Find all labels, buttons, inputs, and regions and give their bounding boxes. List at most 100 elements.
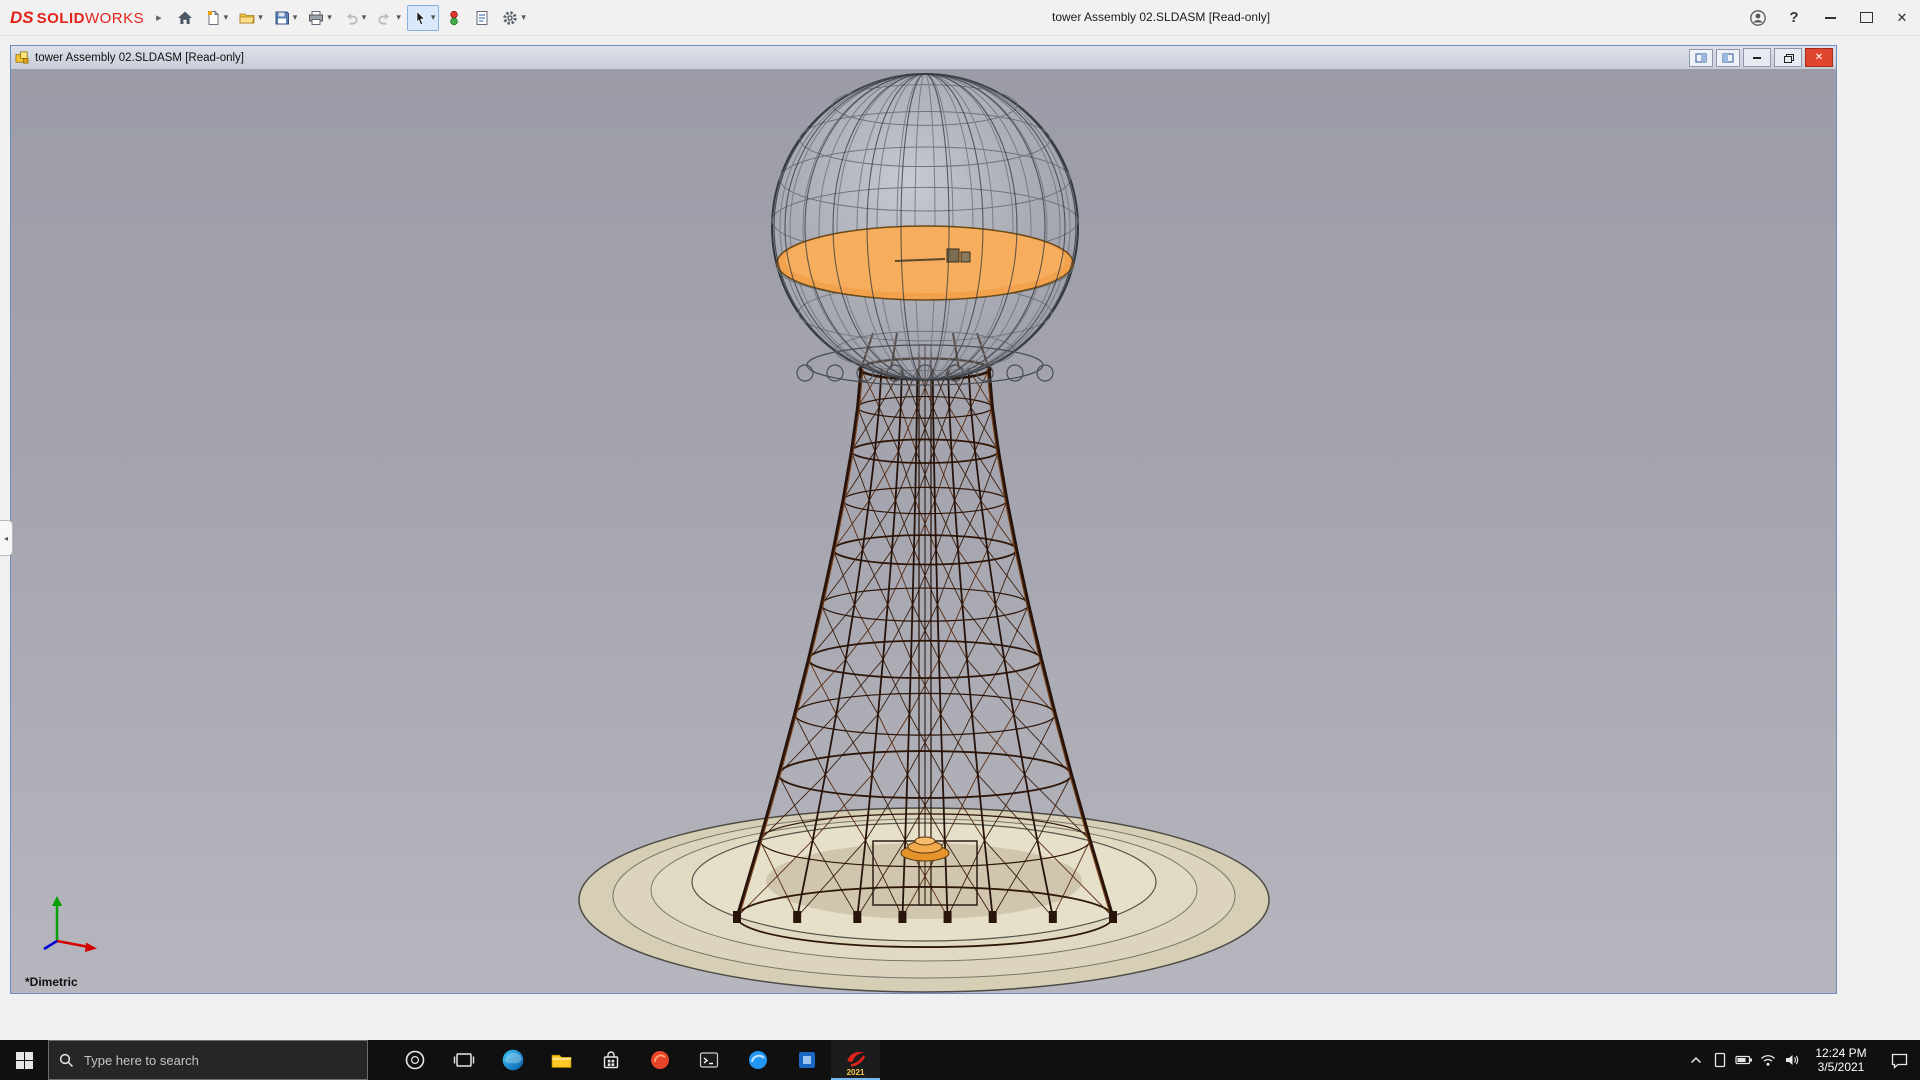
select-tool-button[interactable]: ▾ xyxy=(407,5,440,31)
taskbar-spacer xyxy=(368,1040,390,1080)
wifi-icon xyxy=(1760,1054,1776,1067)
quick-access-toolbar: ▾ ▾ ▾ ▾ ▾ ▾ ▾ xyxy=(172,5,530,31)
blue-round-app-icon xyxy=(746,1048,770,1072)
document-title: tower Assembly 02.SLDASM [Read-only] xyxy=(35,52,244,64)
toolbar-flyout-icon[interactable]: ▸ xyxy=(156,11,162,24)
close-icon: ✕ xyxy=(1897,10,1908,26)
taskbar-app-red[interactable] xyxy=(635,1040,684,1080)
taskbar-app-store[interactable] xyxy=(586,1040,635,1080)
select-cursor-icon xyxy=(411,9,429,27)
graphics-viewport[interactable]: *Dimetric xyxy=(11,69,1836,993)
x-axis-arrow xyxy=(85,943,97,953)
open-button[interactable]: ▾ xyxy=(234,5,267,31)
file-explorer-icon xyxy=(549,1048,574,1073)
save-button[interactable]: ▾ xyxy=(269,5,302,31)
chevron-up-icon xyxy=(1690,1056,1702,1064)
new-document-icon xyxy=(204,9,222,27)
close-button[interactable]: ✕ xyxy=(1884,0,1920,35)
dropdown-arrow-icon[interactable]: ▾ xyxy=(362,12,367,23)
options-gear-icon xyxy=(501,9,519,27)
help-icon: ? xyxy=(1789,9,1798,26)
pane-window-icon xyxy=(1722,53,1734,63)
home-icon xyxy=(176,9,194,27)
undo-button[interactable]: ▾ xyxy=(338,5,371,31)
minimize-button[interactable] xyxy=(1812,0,1848,35)
task-view-icon xyxy=(452,1048,476,1072)
hidden-icons-button[interactable] xyxy=(1684,1040,1708,1080)
start-button[interactable] xyxy=(0,1040,48,1080)
battery-icon xyxy=(1735,1054,1753,1066)
open-folder-icon xyxy=(238,9,256,27)
file-properties-button[interactable] xyxy=(469,5,495,31)
view-orientation-label: *Dimetric xyxy=(25,975,78,989)
dropdown-arrow-icon[interactable]: ▾ xyxy=(258,12,263,23)
network-button[interactable] xyxy=(1756,1040,1780,1080)
doc-restore-button[interactable] xyxy=(1774,48,1802,67)
new-document-button[interactable]: ▾ xyxy=(200,5,233,31)
speaker-icon xyxy=(1784,1053,1800,1067)
edge-icon xyxy=(500,1047,526,1073)
print-button[interactable]: ▾ xyxy=(303,5,336,31)
options-button[interactable]: ▾ xyxy=(497,5,530,31)
dropdown-arrow-icon[interactable]: ▾ xyxy=(431,12,436,23)
taskbar-app-file-explorer[interactable] xyxy=(537,1040,586,1080)
home-button[interactable] xyxy=(172,5,198,31)
store-icon xyxy=(599,1048,623,1072)
solidworks-version-badge: 2021 xyxy=(831,1068,880,1077)
doc-pane-button-1[interactable] xyxy=(1689,49,1713,67)
orientation-triad xyxy=(37,891,109,953)
windows-start-icon xyxy=(16,1052,33,1069)
taskbar-search[interactable] xyxy=(48,1040,368,1080)
undo-icon xyxy=(342,9,360,27)
redo-button[interactable]: ▾ xyxy=(372,5,405,31)
maximize-icon xyxy=(1860,12,1873,23)
search-input[interactable] xyxy=(82,1052,367,1069)
tablet-mode-button[interactable] xyxy=(1708,1040,1732,1080)
maximize-button[interactable] xyxy=(1848,0,1884,35)
dropdown-arrow-icon[interactable]: ▾ xyxy=(224,12,229,23)
dropdown-arrow-icon[interactable]: ▾ xyxy=(293,12,298,23)
battery-button[interactable] xyxy=(1732,1040,1756,1080)
doc-minimize-button[interactable] xyxy=(1743,48,1771,67)
pane-window-icon xyxy=(1695,53,1707,63)
collapse-arrow-icon: ◂ xyxy=(4,534,8,543)
rebuild-button[interactable] xyxy=(441,5,467,31)
action-center-button[interactable] xyxy=(1878,1040,1920,1080)
assembly-icon xyxy=(15,50,30,65)
dropdown-arrow-icon[interactable]: ▾ xyxy=(521,12,526,23)
redo-icon xyxy=(376,9,394,27)
app-window-title: tower Assembly 02.SLDASM [Read-only] xyxy=(1052,0,1270,35)
windows-taskbar: 2021 12:24 PM 3/5/2021 xyxy=(0,1040,1920,1080)
taskbar-app-terminal[interactable] xyxy=(684,1040,733,1080)
file-properties-icon xyxy=(473,9,491,27)
3d-model-tesla-tower[interactable] xyxy=(11,69,1836,993)
dropdown-arrow-icon[interactable]: ▾ xyxy=(327,12,332,23)
ds-logo-mark: DS xyxy=(10,8,34,28)
minimize-icon xyxy=(1753,57,1761,59)
device-icon xyxy=(1713,1052,1727,1068)
system-tray: 12:24 PM 3/5/2021 xyxy=(1684,1040,1920,1080)
restore-icon xyxy=(1784,54,1793,62)
feature-tree-collapse-tab[interactable]: ◂ xyxy=(0,520,13,556)
taskbar-app-edge[interactable] xyxy=(488,1040,537,1080)
volume-button[interactable] xyxy=(1780,1040,1804,1080)
z-axis-line xyxy=(44,941,57,949)
help-button[interactable]: ? xyxy=(1776,0,1812,35)
document-titlebar[interactable]: tower Assembly 02.SLDASM [Read-only] ✕ xyxy=(11,46,1836,70)
dropdown-arrow-icon[interactable]: ▾ xyxy=(396,12,401,23)
search-icon xyxy=(59,1053,74,1068)
account-button[interactable] xyxy=(1740,0,1776,35)
taskbar-app-task-view[interactable] xyxy=(439,1040,488,1080)
taskbar-app-cortana[interactable] xyxy=(390,1040,439,1080)
taskbar-clock[interactable]: 12:24 PM 3/5/2021 xyxy=(1804,1040,1878,1080)
clock-time: 12:24 PM xyxy=(1815,1046,1866,1060)
doc-close-button[interactable]: ✕ xyxy=(1805,48,1833,67)
y-axis-arrow xyxy=(52,896,62,906)
account-icon xyxy=(1749,9,1767,27)
red-app-icon xyxy=(648,1048,672,1072)
taskbar-app-blue-square[interactable] xyxy=(782,1040,831,1080)
brand-works: WORKS xyxy=(85,10,144,27)
taskbar-app-blue-round[interactable] xyxy=(733,1040,782,1080)
doc-pane-button-2[interactable] xyxy=(1716,49,1740,67)
taskbar-app-solidworks[interactable]: 2021 xyxy=(831,1040,880,1080)
